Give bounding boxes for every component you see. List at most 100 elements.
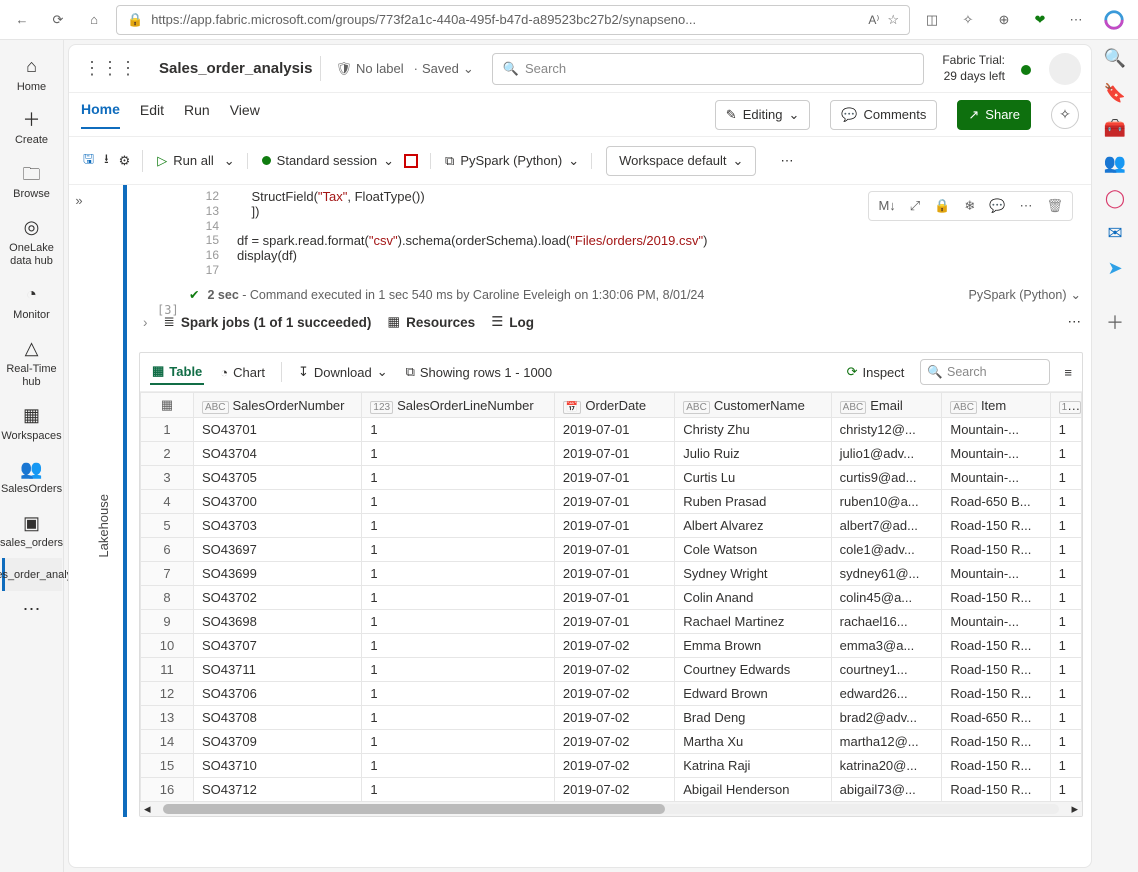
spark-jobs[interactable]: ≣ Spark jobs (1 of 1 succeeded) xyxy=(164,314,372,330)
table-row[interactable]: 6SO4369712019-07-01Cole Watsoncole1@adv.… xyxy=(141,538,1082,562)
left-rail-sales-order-analysis[interactable]: Sales_order_analysis xyxy=(2,558,62,590)
table-row[interactable]: 14SO4370912019-07-02Martha Xumartha12@..… xyxy=(141,730,1082,754)
inspect-button[interactable]: ⟳ Inspect xyxy=(845,360,907,384)
left-rail-sales-orders[interactable]: ▣sales_orders xyxy=(2,505,62,559)
stop-icon[interactable] xyxy=(404,154,418,168)
tab-run[interactable]: Run xyxy=(184,102,210,128)
markdown-toggle[interactable]: M↓ xyxy=(875,196,898,216)
home-button[interactable]: ⌂ xyxy=(80,6,108,34)
table-row[interactable]: 12SO4370612019-07-02Edward Brownedward26… xyxy=(141,682,1082,706)
left-rail-more[interactable]: ⋯ xyxy=(2,591,62,629)
col-SalesOrderLineNumber[interactable]: 123SalesOrderLineNumber xyxy=(362,393,555,418)
language-picker[interactable]: ⧉ PySpark (Python) ⌄ xyxy=(445,153,579,169)
favorites-icon[interactable]: ✧ xyxy=(954,6,982,34)
copilot-icon[interactable] xyxy=(1098,4,1130,36)
table-row[interactable]: 3SO4370512019-07-01Curtis Lucurtis9@ad..… xyxy=(141,466,1082,490)
download-icon[interactable]: ⭳ xyxy=(104,150,109,172)
output-search[interactable]: 🔍 Search xyxy=(920,359,1050,385)
run-menu-chevron[interactable]: ⌄ xyxy=(224,153,235,169)
collections-icon[interactable]: ⊕ xyxy=(990,6,1018,34)
performance-icon[interactable]: ❤ xyxy=(1026,6,1054,34)
more-icon[interactable]: ⋯ xyxy=(1062,6,1090,34)
col-Email[interactable]: ABCEmail xyxy=(831,393,942,418)
output-table-wrap[interactable]: ▦ABCSalesOrderNumber123SalesOrderLineNum… xyxy=(140,392,1082,802)
left-rail-browse[interactable]: 🗀Browse xyxy=(2,156,62,210)
run-all-button[interactable]: ▷ Run all xyxy=(157,153,213,169)
left-rail-create[interactable]: ＋Create xyxy=(2,102,62,156)
tab-view[interactable]: View xyxy=(230,102,260,128)
save-icon[interactable]: 🖫 xyxy=(83,150,94,172)
table-row[interactable]: 15SO4371012019-07-02Katrina Rajikatrina2… xyxy=(141,754,1082,778)
table-row[interactable]: 8SO4370212019-07-01Colin Anandcolin45@a.… xyxy=(141,586,1082,610)
code-cell[interactable]: M↓ ⤢ 🔒 ❄ 💬 ⋯ 🗑 12 StructField("Tax", Flo… xyxy=(123,185,1091,817)
right-people-icon[interactable]: 👥 xyxy=(1104,153,1126,174)
comments-button[interactable]: 💬 Comments xyxy=(830,100,937,130)
spark-resources[interactable]: ▦ Resources xyxy=(387,314,475,330)
right-m365-icon[interactable]: ◯ xyxy=(1105,188,1125,209)
session-status[interactable]: Standard session ⌄ xyxy=(262,153,394,169)
right-toolbox-icon[interactable]: 🧰 xyxy=(1104,118,1126,139)
table-row[interactable]: 1SO4370112019-07-01Christy Zhuchristy12@… xyxy=(141,418,1082,442)
left-rail-real-time-hub[interactable]: △Real-Time hub xyxy=(2,330,62,397)
tab-home[interactable]: Home xyxy=(81,101,120,129)
editing-mode-button[interactable]: ✎ Editing ⌄ xyxy=(715,100,811,130)
scroll-right-icon[interactable]: ▸ xyxy=(1067,801,1082,817)
share-button[interactable]: ↗ Share xyxy=(957,100,1031,130)
avatar[interactable] xyxy=(1049,53,1081,85)
tab-edit[interactable]: Edit xyxy=(140,102,164,128)
table-row[interactable]: 11SO4371112019-07-02Courtney Edwardscour… xyxy=(141,658,1082,682)
row-selector-header[interactable]: ▦ xyxy=(141,393,194,418)
table-row[interactable]: 10SO4370712019-07-02Emma Brownemma3@a...… xyxy=(141,634,1082,658)
spark-more-icon[interactable]: ⋯ xyxy=(1068,314,1082,330)
table-row[interactable]: 4SO4370012019-07-01Ruben Prasadruben10@a… xyxy=(141,490,1082,514)
address-bar[interactable]: 🔒 https://app.fabric.microsoft.com/group… xyxy=(116,5,910,35)
cell-lang-picker[interactable]: PySpark (Python) ⌄ xyxy=(969,287,1081,302)
right-send-icon[interactable]: ➤ xyxy=(1107,258,1122,279)
settings-icon[interactable]: ⚙ xyxy=(119,153,131,169)
table-row[interactable]: 9SO4369812019-07-01Rachael Martinezracha… xyxy=(141,610,1082,634)
output-tab-table[interactable]: ▦ Table xyxy=(150,359,204,385)
right-search-icon[interactable]: 🔍 xyxy=(1104,48,1126,69)
favorite-icon[interactable]: ☆ xyxy=(887,12,899,28)
global-search[interactable]: 🔍 Search xyxy=(492,53,925,85)
spark-log[interactable]: ☰ Log xyxy=(491,314,534,330)
right-outlook-icon[interactable]: ✉ xyxy=(1107,223,1122,244)
copilot-chip-icon[interactable]: ✧ xyxy=(1051,101,1079,129)
saved-status[interactable]: · Saved ⌄ xyxy=(414,61,474,77)
right-add-icon[interactable]: ＋ xyxy=(1106,309,1124,335)
left-rail-salesorders[interactable]: 👥SalesOrders xyxy=(2,451,62,505)
h-scrollbar[interactable]: ◂ ▸ xyxy=(140,802,1082,816)
sensitivity-label[interactable]: 🛡 No label xyxy=(335,61,403,77)
output-tab-chart[interactable]: ◔ Chart xyxy=(218,361,267,384)
col-CustomerName[interactable]: ABCCustomerName xyxy=(675,393,831,418)
cell-delete-icon[interactable]: 🗑 xyxy=(1043,196,1066,216)
cell-expand-icon[interactable]: ⤢ xyxy=(907,196,923,216)
col-OrderDate[interactable]: 📅OrderDate xyxy=(554,393,674,418)
left-rail-workspaces[interactable]: ▦Workspaces xyxy=(2,397,62,451)
table-row[interactable]: 7SO4369912019-07-01Sydney Wrightsydney61… xyxy=(141,562,1082,586)
table-row[interactable]: 5SO4370312019-07-01Albert Alvarezalbert7… xyxy=(141,514,1082,538)
col-Q[interactable]: 123Q xyxy=(1050,393,1081,418)
waffle-icon[interactable]: ⋮⋮⋮ xyxy=(79,54,141,83)
download-button[interactable]: ↧ Download ⌄ xyxy=(296,360,390,384)
lakehouse-side-tab[interactable]: Lakehouse xyxy=(89,185,117,867)
col-Item[interactable]: ABCItem xyxy=(942,393,1050,418)
read-aloud-icon[interactable]: A⁾ xyxy=(868,13,879,27)
table-row[interactable]: 2SO4370412019-07-01Julio Ruizjulio1@adv.… xyxy=(141,442,1082,466)
panel-toggle[interactable]: » xyxy=(69,185,89,867)
cell-lock-icon[interactable]: 🔒 xyxy=(931,196,953,216)
cell-comment-icon[interactable]: 💬 xyxy=(986,196,1008,216)
back-button[interactable]: ← xyxy=(8,6,36,34)
notebook-name[interactable]: Sales_order_analysis xyxy=(151,56,321,81)
cell-more-icon[interactable]: ⋯ xyxy=(1016,196,1035,216)
left-rail-home[interactable]: ⌂Home xyxy=(2,48,62,102)
right-tag-icon[interactable]: 🔖 xyxy=(1104,83,1126,104)
table-row[interactable]: 16SO4371212019-07-02Abigail Hendersonabi… xyxy=(141,778,1082,802)
workspace-pool[interactable]: Workspace default ⌄ xyxy=(606,146,756,176)
scroll-left-icon[interactable]: ◂ xyxy=(140,801,155,817)
ribbon-more-icon[interactable]: ⋯ xyxy=(780,153,793,169)
col-SalesOrderNumber[interactable]: ABCSalesOrderNumber xyxy=(193,393,361,418)
left-rail-onelake-data-hub[interactable]: ◎OneLake data hub xyxy=(2,209,62,276)
spark-expand-icon[interactable]: › xyxy=(143,315,148,330)
left-rail-monitor[interactable]: ◔Monitor xyxy=(2,276,62,330)
